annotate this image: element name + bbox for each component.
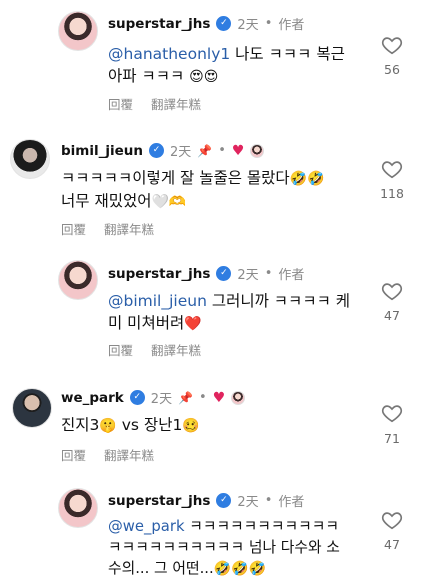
like-count: 47: [384, 308, 400, 323]
author-label: 作者: [278, 18, 305, 33]
red-heart-icon: ♥: [231, 142, 245, 159]
timestamp: 2天: [150, 392, 173, 407]
comment-text: @hanatheonly1 나도 ㅋㅋㅋ 복근 아파 ㅋㅋㅋ 😍😍: [108, 43, 368, 88]
comment-reply-2: superstar_jhs ✓ 2天 • 作者 @bimil_jieun 그러니…: [0, 255, 438, 370]
emoji-shushing: 🤫: [99, 418, 117, 434]
comment-text-line2: 미 미쳐버려: [108, 314, 185, 332]
dot-separator: •: [264, 493, 273, 508]
author-avatar-icon: [250, 143, 265, 158]
dot-separator: •: [199, 390, 207, 405]
comment-text-line1: ㅋㅋㅋㅋㅋ이렇게 잘 놀줄은 몰랐다: [61, 169, 290, 187]
comment-top-level-1: bimil_jieun ✓ 2天 📌 • ♥ ㅋㅋㅋㅋㅋ이렇게 잘 놀줄은 몰랐…: [0, 130, 438, 250]
mention-link[interactable]: @bimil_jieun: [108, 292, 207, 310]
heart-outline-icon[interactable]: [381, 402, 403, 424]
comment-reply-3: superstar_jhs ✓ 2天 • 作者 @we_park ㅋㅋㅋㅋㅋㅋㅋ…: [0, 483, 438, 585]
emoji-heart-eyes: 😍😍: [189, 69, 219, 85]
reply-button[interactable]: 回覆: [61, 219, 86, 238]
avatar[interactable]: [58, 11, 98, 51]
reply-button[interactable]: 回覆: [108, 340, 133, 359]
emoji-woozy: 🥴: [182, 418, 200, 434]
heart-outline-icon[interactable]: [381, 280, 403, 302]
timestamp: 2天: [237, 268, 259, 283]
avatar[interactable]: [12, 388, 52, 428]
mention-link[interactable]: @hanatheonly1: [108, 45, 230, 63]
comment-top-level-2: we_park ✓ 2天 📌 • ♥ 진지3🤫 vs 장난1🥴 回覆 翻譯年糕 …: [0, 377, 438, 477]
author-avatar-icon: [231, 390, 246, 405]
comment-text-part2: vs 장난1: [116, 416, 183, 434]
avatar[interactable]: [58, 488, 98, 528]
comment-text: ㅋㅋㅋㅋㅋ이렇게 잘 놀줄은 몰랐다🤣🤣 너무 재밌었어🤍🫶: [61, 167, 361, 213]
like-count: 47: [384, 537, 400, 552]
username[interactable]: bimil_jieun: [61, 143, 143, 159]
mention-link[interactable]: @we_park: [108, 518, 185, 535]
verified-badge-icon: ✓: [216, 266, 232, 281]
comment-text-line2: ㅋㅋㅋㅋㅋㅋㅋㅋㅋㅋ 넘나 다수와 소: [108, 539, 340, 556]
avatar[interactable]: [58, 260, 98, 300]
translate-button[interactable]: 翻譯年糕: [104, 445, 154, 464]
dot-separator: •: [264, 16, 273, 31]
comment-text-line2: 너무 재밌었어: [61, 192, 152, 210]
emoji-heart-hands: 🤍🫶: [151, 194, 187, 210]
translate-button[interactable]: 翻譯年糕: [104, 219, 154, 238]
verified-badge-icon: ✓: [216, 493, 232, 508]
comment-text-line1: 나도 ㅋㅋㅋ 복근: [230, 45, 345, 63]
username[interactable]: superstar_jhs: [108, 16, 210, 32]
translate-button[interactable]: 翻譯年糕: [151, 340, 201, 359]
reply-button[interactable]: 回覆: [61, 445, 86, 464]
emoji-red-heart: ❤️: [184, 316, 202, 332]
emoji-rofl: 🤣🤣🤣: [213, 561, 266, 577]
comment-text-line1: ㅋㅋㅋㅋㅋㅋㅋㅋㅋㅋㅋ: [184, 518, 339, 535]
heart-outline-icon[interactable]: [381, 509, 403, 531]
author-label: 作者: [278, 268, 305, 283]
username[interactable]: we_park: [61, 390, 124, 406]
comment-text: @bimil_jieun 그러니까 ㅋㅋㅋㅋ 케 미 미쳐버려❤️: [108, 290, 368, 335]
dot-separator: •: [218, 143, 226, 158]
timestamp: 2天: [237, 495, 259, 510]
comment-reply-1: superstar_jhs ✓ 2天 • 作者 @hanatheonly1 나도…: [0, 0, 438, 120]
username[interactable]: superstar_jhs: [108, 493, 210, 509]
like-count: 71: [384, 431, 400, 446]
like-count: 118: [380, 186, 404, 201]
comment-text: 진지3🤫 vs 장난1🥴: [61, 414, 361, 437]
comment-text-part1: 진지3: [61, 416, 100, 434]
verified-badge-icon: ✓: [216, 16, 232, 31]
heart-outline-icon[interactable]: [381, 34, 403, 56]
pin-icon: 📌: [197, 143, 213, 158]
comment-text-line1: 그러니까 ㅋㅋㅋㅋ 케: [206, 292, 351, 310]
comment-text: @we_park ㅋㅋㅋㅋㅋㅋㅋㅋㅋㅋㅋ ㅋㅋㅋㅋㅋㅋㅋㅋㅋㅋ 넘나 다수와 소…: [108, 516, 370, 580]
author-label: 作者: [278, 495, 305, 510]
verified-badge-icon: ✓: [149, 143, 164, 158]
comment-text-line2: 아파 ㅋㅋㅋ: [108, 67, 185, 85]
like-count: 56: [384, 62, 400, 77]
pin-icon: 📌: [178, 390, 194, 405]
heart-outline-icon[interactable]: [381, 158, 403, 180]
comment-text-line3: 수의... 그 어떤...: [108, 560, 214, 577]
reply-button[interactable]: 回覆: [108, 94, 133, 113]
dot-separator: •: [264, 266, 273, 281]
username[interactable]: superstar_jhs: [108, 266, 210, 282]
emoji-rofl: 🤣🤣: [289, 171, 325, 187]
timestamp: 2天: [170, 145, 192, 160]
avatar[interactable]: [10, 139, 50, 179]
verified-badge-icon: ✓: [129, 390, 145, 405]
timestamp: 2天: [237, 18, 259, 33]
translate-button[interactable]: 翻譯年糕: [151, 94, 201, 113]
red-heart-icon: ♥: [212, 389, 226, 406]
